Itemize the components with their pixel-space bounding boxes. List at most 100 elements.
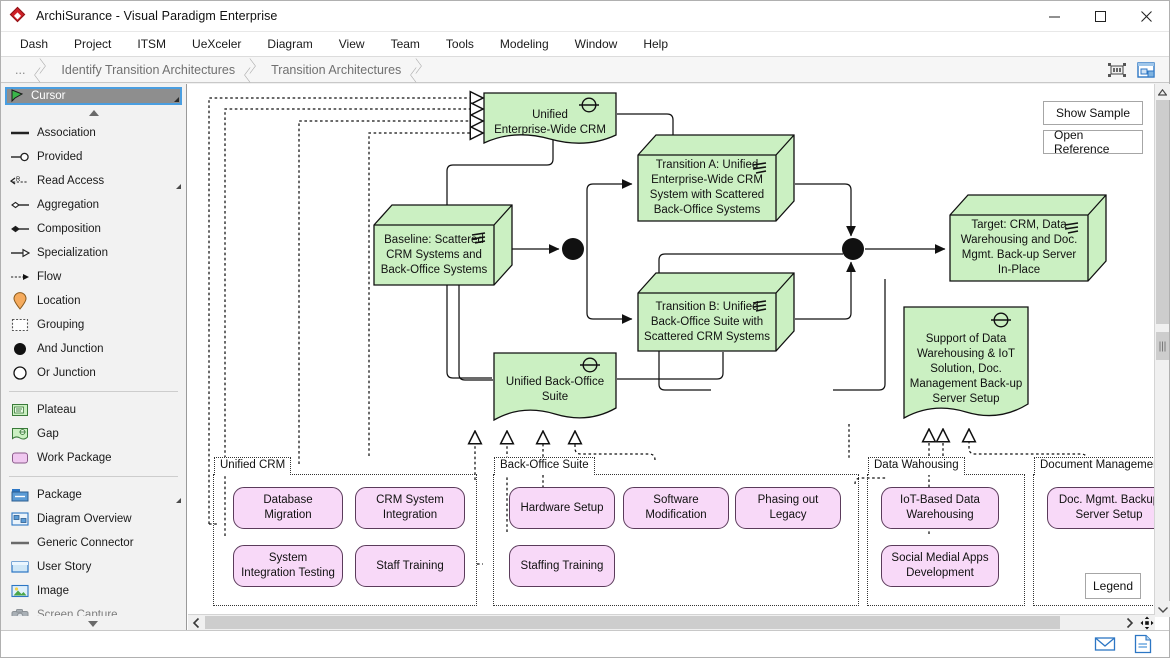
work-package-staff-training[interactable]: Staff Training bbox=[355, 545, 465, 587]
palette-item-flow[interactable]: Flow bbox=[1, 265, 186, 289]
palette-item-package[interactable]: Package bbox=[1, 483, 186, 507]
work-package-software-modification[interactable]: Software Modification bbox=[623, 487, 729, 529]
gap-label: Unified Back-Office Suite bbox=[493, 352, 617, 414]
work-package-label: IoT-Based Data Warehousing bbox=[882, 488, 998, 528]
show-sample-button[interactable]: Show Sample bbox=[1043, 101, 1143, 125]
palette-item-label: Grouping bbox=[37, 319, 84, 331]
canvas-vertical-scrollbar[interactable] bbox=[1154, 84, 1169, 617]
plateau-transition-b[interactable]: Transition B: Unified Back-Office Suite … bbox=[637, 272, 795, 352]
image-icon bbox=[9, 582, 31, 600]
palette-item-label: User Story bbox=[37, 561, 91, 573]
palette-item-generic-connector[interactable]: Generic Connector bbox=[1, 531, 186, 555]
work-package-label: Hardware Setup bbox=[510, 488, 614, 528]
palette-item-label: Cursor bbox=[31, 90, 66, 102]
work-package-social-medial-apps-development[interactable]: Social Medial Apps Development bbox=[881, 545, 999, 587]
minimize-icon[interactable] bbox=[1031, 1, 1077, 32]
read-access-icon: R bbox=[9, 172, 31, 190]
palette-item-label: Work Package bbox=[37, 452, 112, 464]
plateau-label: Baseline: Scattered CRM Systems and Back… bbox=[374, 225, 494, 285]
chevron-right-icon bbox=[33, 57, 49, 83]
palette-item-provided[interactable]: Provided bbox=[1, 145, 186, 169]
breadcrumb-item-transition-architectures[interactable]: Transition Architectures bbox=[259, 57, 401, 83]
menu-item-dash[interactable]: Dash bbox=[7, 33, 61, 55]
plateau-transition-a[interactable]: Transition A: Unified Enterprise-Wide CR… bbox=[637, 134, 795, 222]
work-package-staffing-training[interactable]: Staffing Training bbox=[509, 545, 615, 587]
gap-unified-back-office-suite[interactable]: Unified Back-Office Suite bbox=[493, 352, 617, 430]
menu-item-itsm[interactable]: ITSM bbox=[124, 33, 179, 55]
palette-item-composition[interactable]: Composition bbox=[1, 217, 186, 241]
palette-item-image[interactable]: Image bbox=[1, 579, 186, 603]
palette-item-diagram-overview[interactable]: Diagram Overview bbox=[1, 507, 186, 531]
work-package-database-migration[interactable]: Database Migration bbox=[233, 487, 343, 529]
palette-item-work-package[interactable]: Work Package bbox=[1, 446, 186, 470]
scroll-up-arrow-icon[interactable] bbox=[1155, 84, 1170, 100]
menu-item-diagram[interactable]: Diagram bbox=[254, 33, 325, 55]
breadcrumb-item-identify-transition-architectures[interactable]: Identify Transition Architectures bbox=[49, 57, 235, 83]
plateau-target[interactable]: Target: CRM, Data Warehousing and Doc. M… bbox=[949, 194, 1107, 282]
scroll-right-arrow-icon[interactable] bbox=[1121, 615, 1137, 630]
gap-label: Unified Enterprise-Wide CRM bbox=[483, 92, 617, 142]
vertical-scroll-grip[interactable] bbox=[1156, 332, 1169, 360]
diagram-layers-icon[interactable] bbox=[1135, 60, 1157, 80]
palette-item-gap[interactable]: Gap bbox=[1, 422, 186, 446]
palette-item-cursor[interactable]: Cursor bbox=[5, 87, 182, 105]
open-reference-button[interactable]: Open Reference bbox=[1043, 130, 1143, 154]
gap-unified-enterprise-wide-crm[interactable]: Unified Enterprise-Wide CRM bbox=[483, 92, 617, 154]
location-pin-icon bbox=[9, 292, 31, 310]
work-package-phasing-out-legacy[interactable]: Phasing out Legacy bbox=[735, 487, 841, 529]
palette-item-user-story[interactable]: User Story bbox=[1, 555, 186, 579]
palette-scroll-up-button[interactable] bbox=[1, 105, 186, 121]
palette-item-association[interactable]: Association bbox=[1, 121, 186, 145]
vertical-scroll-thumb[interactable] bbox=[1156, 100, 1169, 324]
work-package-system-integration-testing[interactable]: System Integration Testing bbox=[233, 545, 343, 587]
scroll-left-arrow-icon[interactable] bbox=[188, 615, 204, 630]
pan-move-icon[interactable] bbox=[1139, 615, 1155, 630]
menu-bar: Dash Project ITSM UeXceler Diagram View … bbox=[1, 32, 1169, 57]
work-package-hardware-setup[interactable]: Hardware Setup bbox=[509, 487, 615, 529]
menu-item-project[interactable]: Project bbox=[61, 33, 124, 55]
menu-item-team[interactable]: Team bbox=[378, 33, 433, 55]
palette-item-location[interactable]: Location bbox=[1, 289, 186, 313]
menu-item-uexceler[interactable]: UeXceler bbox=[179, 33, 254, 55]
plateau-label: Target: CRM, Data Warehousing and Doc. M… bbox=[950, 215, 1088, 281]
palette-item-label: Or Junction bbox=[37, 367, 96, 379]
work-package-label: Staffing Training bbox=[510, 546, 614, 586]
palette-item-grouping[interactable]: Grouping bbox=[1, 313, 186, 337]
work-package-iot-based-data-warehousing[interactable]: IoT-Based Data Warehousing bbox=[881, 487, 999, 529]
group-title: Back-Office Suite bbox=[494, 457, 595, 475]
breadcrumb-item-root[interactable]: ... bbox=[1, 57, 25, 83]
menu-item-help[interactable]: Help bbox=[630, 33, 681, 55]
maximize-icon[interactable] bbox=[1077, 1, 1123, 32]
palette-item-plateau[interactable]: Plateau bbox=[1, 398, 186, 422]
aggregation-diamond-icon bbox=[9, 196, 31, 214]
flow-dashed-arrow-icon bbox=[9, 268, 31, 286]
plateau-baseline[interactable]: Baseline: Scattered CRM Systems and Back… bbox=[373, 204, 513, 286]
mail-envelope-icon[interactable] bbox=[1093, 633, 1117, 655]
diagram-canvas[interactable]: Unified Enterprise-Wide CRM Baseline: Sc… bbox=[187, 84, 1155, 616]
menu-item-window[interactable]: Window bbox=[562, 33, 631, 55]
canvas-horizontal-scrollbar[interactable] bbox=[188, 614, 1155, 630]
horizontal-scroll-thumb[interactable] bbox=[205, 616, 1060, 629]
diagram-canvas-viewport[interactable]: Unified Enterprise-Wide CRM Baseline: Sc… bbox=[187, 84, 1169, 632]
close-icon[interactable] bbox=[1123, 1, 1169, 32]
palette-item-label: Composition bbox=[37, 223, 101, 235]
palette-item-aggregation[interactable]: Aggregation bbox=[1, 193, 186, 217]
menu-item-tools[interactable]: Tools bbox=[433, 33, 487, 55]
note-document-icon[interactable] bbox=[1131, 633, 1155, 655]
plateau-label: Transition A: Unified Enterprise-Wide CR… bbox=[638, 155, 776, 221]
legend-button[interactable]: Legend bbox=[1085, 573, 1141, 599]
menu-item-modeling[interactable]: Modeling bbox=[487, 33, 562, 55]
palette-item-read-access[interactable]: R Read Access bbox=[1, 169, 186, 193]
palette-item-specialization[interactable]: Specialization bbox=[1, 241, 186, 265]
gap-support-data-warehousing[interactable]: Support of Data Warehousing & IoT Soluti… bbox=[903, 306, 1029, 428]
work-package-doc-mgmt-backup-server-setup[interactable]: Doc. Mgmt. Backup Server Setup bbox=[1047, 487, 1169, 529]
palette-item-and-junction[interactable]: And Junction bbox=[1, 337, 186, 361]
chevron-right-icon bbox=[243, 57, 259, 83]
menu-item-view[interactable]: View bbox=[326, 33, 378, 55]
palette-item-label: And Junction bbox=[37, 343, 104, 355]
breadcrumb: ... Identify Transition Architectures Tr… bbox=[1, 57, 1169, 83]
fit-diagram-icon[interactable] bbox=[1106, 60, 1128, 80]
scroll-down-arrow-icon[interactable] bbox=[1155, 601, 1170, 617]
palette-item-or-junction[interactable]: Or Junction bbox=[1, 361, 186, 385]
work-package-crm-system-integration[interactable]: CRM System Integration bbox=[355, 487, 465, 529]
